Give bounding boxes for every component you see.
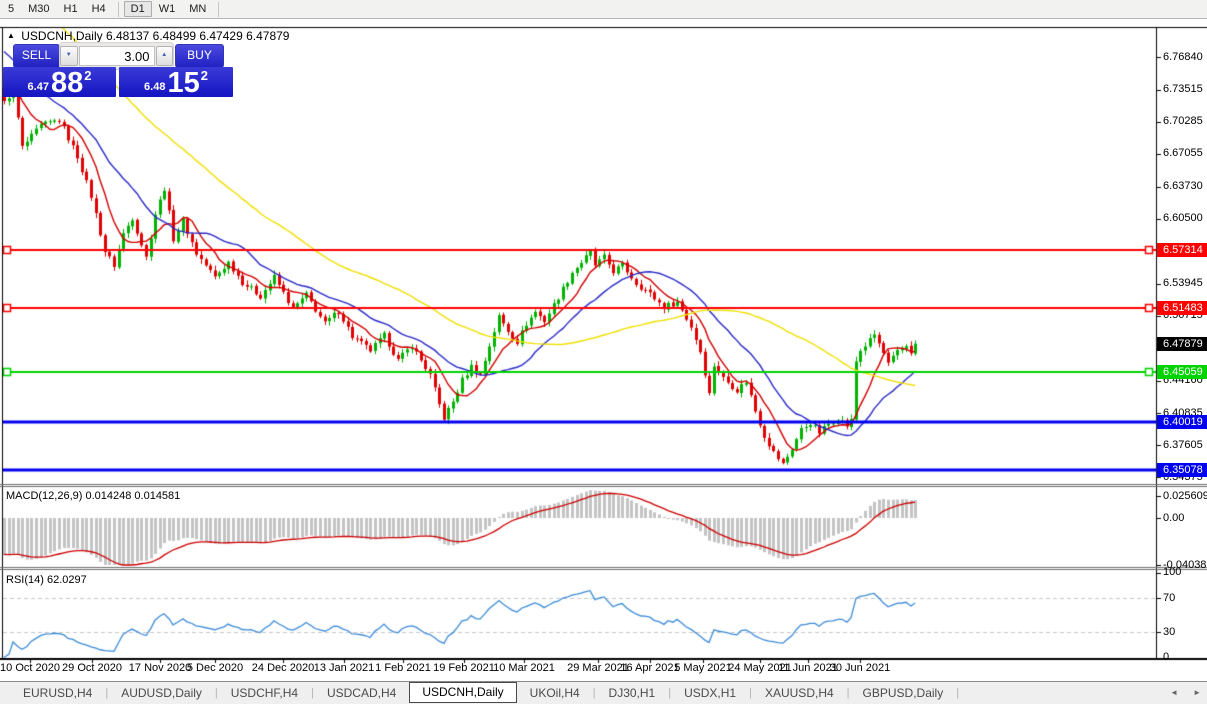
rsi-tick-label: 30 <box>1163 626 1175 638</box>
timeframe-5[interactable]: 5 <box>1 1 21 17</box>
date-tick-label: 1 Feb 2021 <box>375 662 431 674</box>
tabs-scroll-right-icon[interactable]: ► <box>1193 688 1201 697</box>
timeframe-m30[interactable]: M30 <box>21 1 56 17</box>
rsi-tick-label: 0 <box>1163 651 1169 663</box>
price-tick-label: 6.76840 <box>1163 51 1203 63</box>
collapse-triangle-icon[interactable]: ▲ <box>7 31 15 40</box>
chart-symbol-label: USDCNH,Daily <box>21 29 102 43</box>
sell-button[interactable]: SELL <box>13 44 60 68</box>
date-tick-label: 19 Feb 2021 <box>433 662 495 674</box>
buy-price-panel[interactable]: 6.48 15 2 <box>119 67 233 97</box>
tab-usdx-h1[interactable]: USDX,H1 <box>671 683 749 703</box>
sell-price-big: 88 <box>51 71 83 96</box>
price-tick-label: 6.37605 <box>1163 439 1203 451</box>
tab-usdcnh-daily[interactable]: USDCNH,Daily <box>409 682 516 703</box>
sell-price-panel[interactable]: 6.47 88 2 <box>3 67 116 97</box>
date-tick-label: 17 Nov 2020 <box>129 662 191 674</box>
date-tick-label: 24 Dec 2020 <box>252 662 314 674</box>
sell-price-sup: 2 <box>84 68 91 83</box>
toolbar-separator <box>118 2 119 17</box>
tab-usdchf-h4[interactable]: USDCHF,H4 <box>218 683 311 703</box>
date-tick-label: 30 Jun 2021 <box>830 662 891 674</box>
chart-ohlc-values: 6.48137 6.48499 6.47429 6.47879 <box>106 29 290 43</box>
rsi-indicator-label: RSI(14) 62.0297 <box>6 574 87 586</box>
sell-price-small: 6.47 <box>28 81 49 93</box>
volume-input[interactable] <box>79 46 155 66</box>
tabs-scroll-left-icon[interactable]: ◄ <box>1170 688 1178 697</box>
level-price-label: 6.57314 <box>1157 243 1207 257</box>
tab-separator: | <box>956 687 959 699</box>
level-price-label: 6.45059 <box>1157 365 1207 379</box>
buy-price-small: 6.48 <box>144 81 165 93</box>
toolbar-separator <box>218 2 219 17</box>
tab-audusd-daily[interactable]: AUDUSD,Daily <box>108 683 215 703</box>
current-price-label: 6.47879 <box>1157 337 1207 351</box>
macd-tick-label: 0.00 <box>1163 512 1184 524</box>
volume-spinbox: ▼ ▲ <box>59 42 174 70</box>
price-tick-label: 6.73515 <box>1163 83 1203 95</box>
date-tick-label: 5 May 2021 <box>674 662 731 674</box>
price-tick-label: 6.63730 <box>1163 180 1203 192</box>
macd-tick-label: 0.025609 <box>1163 490 1207 502</box>
rsi-tick-label: 100 <box>1163 566 1181 578</box>
price-tick-label: 6.60500 <box>1163 212 1203 224</box>
timeframe-toolbar: 5M30H1H4 D1W1MN <box>0 0 1207 19</box>
tab-scroll-controls: ◄ ► <box>1170 681 1201 704</box>
tab-eurusd-h4[interactable]: EURUSD,H4 <box>10 683 105 703</box>
volume-increase-button[interactable]: ▲ <box>156 46 174 66</box>
date-tick-label: 13 Jan 2021 <box>314 662 375 674</box>
tab-gbpusd-daily[interactable]: GBPUSD,Daily <box>850 683 957 703</box>
price-tick-label: 6.53945 <box>1163 277 1203 289</box>
chart-title: ▲ USDCNH,Daily 6.48137 6.48499 6.47429 6… <box>7 29 289 43</box>
level-price-label: 6.40019 <box>1157 415 1207 429</box>
timeframe-mn[interactable]: MN <box>182 1 213 17</box>
date-tick-label: 5 Dec 2020 <box>187 662 243 674</box>
rsi-tick-label: 70 <box>1163 592 1175 604</box>
buy-price-big: 15 <box>167 71 199 96</box>
price-tick-label: 6.67055 <box>1163 147 1203 159</box>
level-price-label: 6.51483 <box>1157 301 1207 315</box>
date-tick-label: 29 Oct 2020 <box>62 662 122 674</box>
volume-decrease-button[interactable]: ▼ <box>60 46 78 66</box>
tab-xauusd-h4[interactable]: XAUUSD,H4 <box>752 683 847 703</box>
chart-tab-bar: EURUSD,H4|AUDUSD,Daily|USDCHF,H4|USDCAD,… <box>0 681 1207 704</box>
date-tick-label: 16 Apr 2021 <box>620 662 679 674</box>
timeframe-h4[interactable]: H4 <box>85 1 113 17</box>
level-price-label: 6.35078 <box>1157 463 1207 477</box>
price-tick-label: 6.70285 <box>1163 115 1203 127</box>
macd-indicator-label: MACD(12,26,9) 0.014248 0.014581 <box>6 490 180 502</box>
tab-usdcad-h4[interactable]: USDCAD,H4 <box>314 683 409 703</box>
buy-button[interactable]: BUY <box>175 44 224 68</box>
buy-price-sup: 2 <box>201 68 208 83</box>
timeframe-w1[interactable]: W1 <box>152 1 183 17</box>
chart-canvas[interactable] <box>0 0 1207 681</box>
tab-ukoil-h4[interactable]: UKOil,H4 <box>517 683 593 703</box>
date-tick-label: 10 Mar 2021 <box>493 662 555 674</box>
timeframe-d1[interactable]: D1 <box>124 1 152 17</box>
spin-up-icon: ▲ <box>161 52 167 58</box>
date-tick-label: 10 Oct 2020 <box>0 662 60 674</box>
tab-dj30-h1[interactable]: DJ30,H1 <box>596 683 669 703</box>
spin-down-icon: ▼ <box>66 52 72 58</box>
timeframe-h1[interactable]: H1 <box>57 1 85 17</box>
